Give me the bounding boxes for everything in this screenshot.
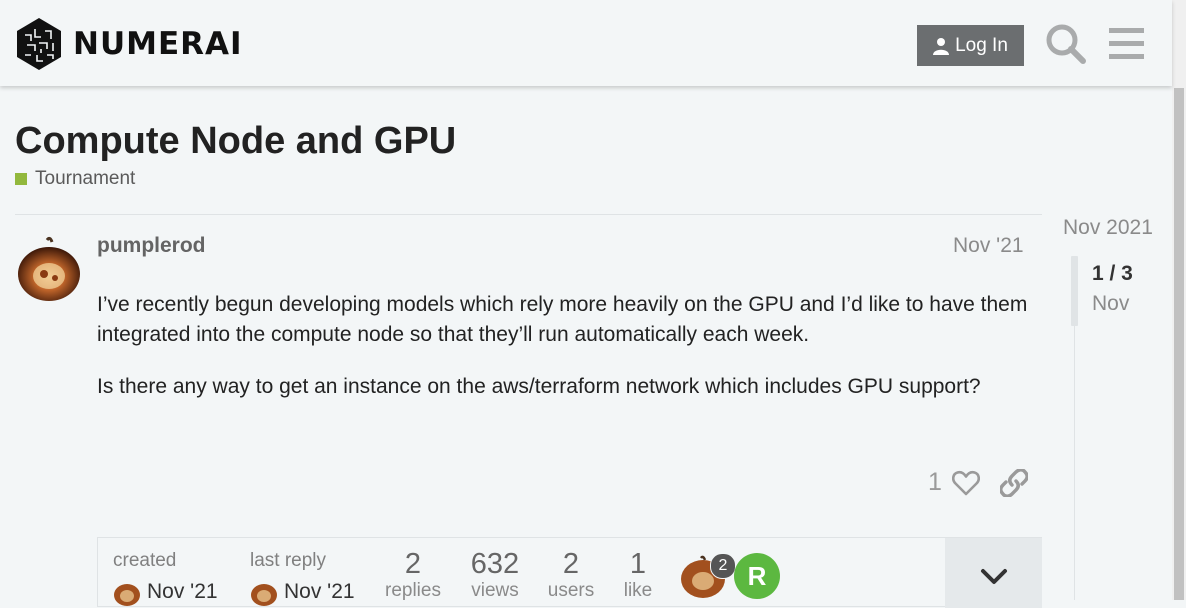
numerai-logo[interactable]: NUMERAI [15, 17, 243, 71]
scrollbar-thumb[interactable] [1174, 88, 1184, 600]
users-label: users [547, 580, 595, 601]
views-stat: 632 views [460, 548, 530, 602]
numerai-logo-icon [17, 18, 61, 70]
post-body: I’ve recently begun developing models wh… [97, 290, 1032, 424]
last-reply-avatar [251, 584, 277, 606]
like-count[interactable]: 1 [928, 468, 942, 497]
category-badge[interactable]: Tournament [15, 168, 135, 190]
created-date: Nov '21 [147, 580, 218, 603]
brand-name: NUMERAI [73, 26, 243, 62]
site-header: NUMERAI Log In [0, 0, 1172, 86]
post-date[interactable]: Nov '21 [953, 234, 1024, 258]
created-info[interactable]: Nov '21 [113, 578, 218, 606]
heart-icon[interactable] [952, 469, 980, 497]
likes-stat: 1 like [618, 548, 658, 602]
participant-post-count-badge: 2 [710, 553, 736, 579]
category-label: Tournament [35, 168, 136, 189]
topic-title[interactable]: Compute Node and GPU [15, 120, 456, 163]
replies-stat: 2 replies [381, 548, 445, 602]
timeline-handle[interactable] [1071, 256, 1078, 326]
category-color-swatch [15, 173, 27, 185]
likes-label: like [623, 580, 653, 601]
user-icon [933, 37, 950, 55]
replies-count: 2 [404, 548, 422, 580]
timeline-month: Nov [1092, 292, 1130, 315]
hamburger-menu-icon[interactable] [1106, 22, 1150, 66]
views-count: 632 [470, 548, 520, 580]
users-count: 2 [562, 548, 580, 580]
last-reply-label: last reply [250, 550, 327, 571]
user-avatar[interactable] [16, 236, 82, 302]
creator-avatar [114, 584, 140, 606]
users-stat: 2 users [544, 548, 598, 602]
topic-map: created Nov '21 last reply Nov '21 2 rep… [97, 537, 1042, 608]
participant-avatar-r[interactable]: R [734, 553, 780, 599]
created-label: created [113, 550, 177, 571]
expand-topic-map-button[interactable] [945, 538, 1042, 608]
divider [15, 214, 1042, 215]
post-username[interactable]: pumplerod [97, 234, 206, 258]
views-label: views [471, 580, 519, 601]
chevron-down-icon [980, 569, 1007, 584]
login-label: Log In [955, 34, 1008, 56]
post-paragraph: Is there any way to get an instance on t… [97, 375, 981, 398]
last-reply-date: Nov '21 [284, 580, 355, 603]
last-reply-info[interactable]: Nov '21 [250, 578, 355, 606]
share-link-icon[interactable] [1000, 469, 1028, 497]
timeline-start-date[interactable]: Nov 2021 [1063, 216, 1153, 240]
timeline-position: 1 / 3 [1092, 262, 1133, 285]
login-button[interactable]: Log In [917, 25, 1024, 66]
replies-label: replies [385, 580, 441, 601]
search-icon[interactable] [1044, 22, 1088, 66]
post-paragraph: I’ve recently begun developing models wh… [97, 293, 1028, 346]
likes-count: 1 [629, 548, 647, 580]
